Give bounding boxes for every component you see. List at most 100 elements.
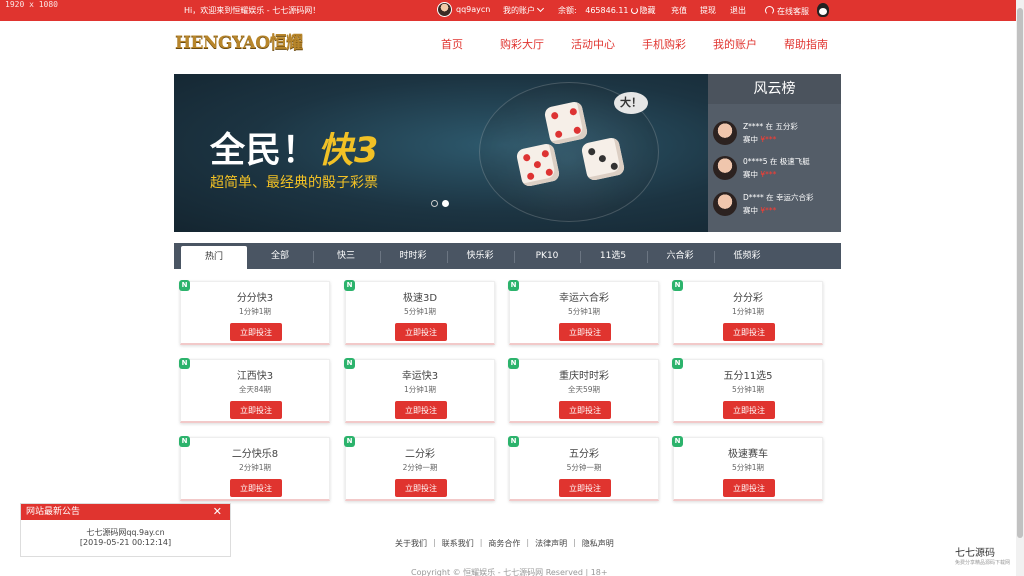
top-bar: 1920 x 1080 Hi，欢迎来到恒耀娱乐 - 七七源码网！ qq9aycn… [0,0,1016,21]
hide-balance-button[interactable]: 隐藏 [640,6,656,15]
ranking-amount: ¥*** [760,206,777,215]
nav-home[interactable]: 首页 [441,36,463,52]
scrollbar-thumb[interactable] [1017,8,1023,538]
page-scrollbar[interactable] [1016,0,1024,576]
footer-link-privacy[interactable]: 隐私声明 [582,538,614,549]
bet-now-button[interactable]: 立即投注 [395,323,447,341]
withdraw-link[interactable]: 提现 [700,5,716,16]
game-frequency: 5分钟1期 [567,307,601,316]
footer-link-about[interactable]: 关于我们 [395,538,427,549]
online-service-link[interactable]: 在线客服 [765,5,809,17]
category-tabs: 热门 全部 快三 时时彩 快乐彩 PK10 11选5 六合彩 低频彩 [174,243,841,269]
tab-11x5[interactable]: 11选5 [587,243,639,269]
announcement-date: [2019-05-21 00:12:14] [79,538,172,547]
game-name: 极速赛车 [728,449,768,460]
banner-headline-b: 快3 [318,131,380,171]
bet-now-button[interactable]: 立即投注 [559,323,611,341]
user-info[interactable]: qq9aycn [437,2,490,17]
bet-now-button[interactable]: 立即投注 [723,401,775,419]
game-card[interactable]: N 重庆时时彩 全天59期 立即投注 [508,358,659,423]
game-frequency: 2分钟一期 [402,463,438,472]
balance-label: 余额: [558,6,577,15]
ranking-line: Z**** 在 五分彩 [743,122,798,131]
nav-my-account[interactable]: 我的账户 [713,36,757,52]
online-service-label: 在线客服 [777,7,809,16]
promo-banner[interactable]: 全民！快3 超简单、最经典的骰子彩票 大！ [174,74,708,232]
recharge-link[interactable]: 充值 [671,5,687,16]
bet-now-button[interactable]: 立即投注 [230,479,282,497]
site-logo[interactable]: HENGYAO恒耀 [175,33,313,53]
tab-hot[interactable]: 热门 [181,246,247,269]
ranking-title: 风云榜 [708,74,841,104]
game-name: 幸运六合彩 [559,293,609,304]
qq-icon[interactable] [817,3,829,17]
game-name: 分分彩 [733,293,763,304]
ranking-status: 赛中 [743,170,758,179]
tab-lhc[interactable]: 六合彩 [654,243,706,269]
speech-bubble: 大！ [614,92,648,114]
announcement-text[interactable]: 七七源码网qq.9ay.cn [21,528,230,538]
footer-link-business[interactable]: 商务合作 [488,538,520,549]
carousel-dot-1[interactable] [431,200,438,207]
ranking-amount: ¥*** [760,170,777,179]
game-card[interactable]: N 分分快3 1分钟1期 立即投注 [179,280,330,345]
game-frequency: 2分钟1期 [238,463,272,472]
carousel-dot-2[interactable] [442,200,449,207]
nav-mobile-lottery[interactable]: 手机购彩 [642,36,686,52]
game-frequency: 1分钟1期 [238,307,272,316]
game-card[interactable]: N 江西快3 全天84期 立即投注 [179,358,330,423]
logout-link[interactable]: 退出 [730,5,746,16]
bet-now-button[interactable]: 立即投注 [723,479,775,497]
game-card[interactable]: N 二分彩 2分钟一期 立即投注 [344,436,495,501]
ranking-panel: 风云榜 Z**** 在 五分彩 赛中 ¥*** 0****5 在 极速飞艇 赛中… [708,74,841,232]
bet-now-button[interactable]: 立即投注 [395,479,447,497]
bet-now-button[interactable]: 立即投注 [395,401,447,419]
game-card[interactable]: N 极速赛车 5分钟1期 立即投注 [672,436,823,501]
die-image [580,136,626,182]
username[interactable]: qq9aycn [456,5,490,14]
game-card[interactable]: N 五分11选5 5分钟1期 立即投注 [672,358,823,423]
game-name: 二分彩 [405,449,435,460]
game-card[interactable]: N 幸运快3 1分钟1期 立即投注 [344,358,495,423]
nav-help-guide[interactable]: 帮助指南 [784,36,828,52]
footer-link-contact[interactable]: 联系我们 [442,538,474,549]
nav-lottery-hall[interactable]: 购彩大厅 [500,36,544,52]
close-icon[interactable]: ✕ [213,504,222,520]
game-frequency: 1分钟1期 [731,307,765,316]
bet-now-button[interactable]: 立即投注 [559,401,611,419]
footer-links: 关于我们 | 联系我们 | 商务合作 | 法律声明 | 隐私声明 [395,538,614,549]
ranking-amount: ¥*** [760,135,777,144]
tab-k3[interactable]: 快三 [320,243,372,269]
game-name: 五分彩 [569,449,599,460]
game-frequency: 5分钟1期 [731,463,765,472]
game-name: 江西快3 [236,371,274,382]
footer-link-legal[interactable]: 法律声明 [535,538,567,549]
ranking-line: D**** 在 幸运六合彩 [743,193,814,202]
bet-now-button[interactable]: 立即投注 [230,401,282,419]
game-frequency: 1分钟1期 [403,385,437,394]
my-account-menu[interactable]: 我的账户 [503,4,545,16]
game-card[interactable]: N 二分快乐8 2分钟1期 立即投注 [179,436,330,501]
banner-subline: 超简单、最经典的骰子彩票 [210,175,378,191]
my-account-label: 我的账户 [503,6,535,15]
game-card[interactable]: N 五分彩 5分钟一期 立即投注 [508,436,659,501]
bet-now-button[interactable]: 立即投注 [559,479,611,497]
watermark-text: 七七源码 [955,548,995,559]
tab-kl[interactable]: 快乐彩 [454,243,506,269]
game-card[interactable]: N 分分彩 1分钟1期 立即投注 [672,280,823,345]
tab-ssc[interactable]: 时时彩 [387,243,439,269]
game-name: 极速3D [402,293,438,304]
nav-activity-center[interactable]: 活动中心 [571,36,615,52]
tab-pk10[interactable]: PK10 [521,243,573,269]
game-frequency: 全天59期 [567,385,601,394]
tab-low-freq[interactable]: 低频彩 [721,243,773,269]
tab-all[interactable]: 全部 [254,243,306,269]
refresh-icon[interactable] [630,7,638,14]
user-avatar[interactable] [437,2,452,17]
game-card[interactable]: N 幸运六合彩 5分钟1期 立即投注 [508,280,659,345]
bet-now-button[interactable]: 立即投注 [230,323,282,341]
die-image [515,142,561,188]
game-card[interactable]: N 极速3D 5分钟1期 立即投注 [344,280,495,345]
banner-headline: 全民！快3 [210,122,379,173]
bet-now-button[interactable]: 立即投注 [723,323,775,341]
